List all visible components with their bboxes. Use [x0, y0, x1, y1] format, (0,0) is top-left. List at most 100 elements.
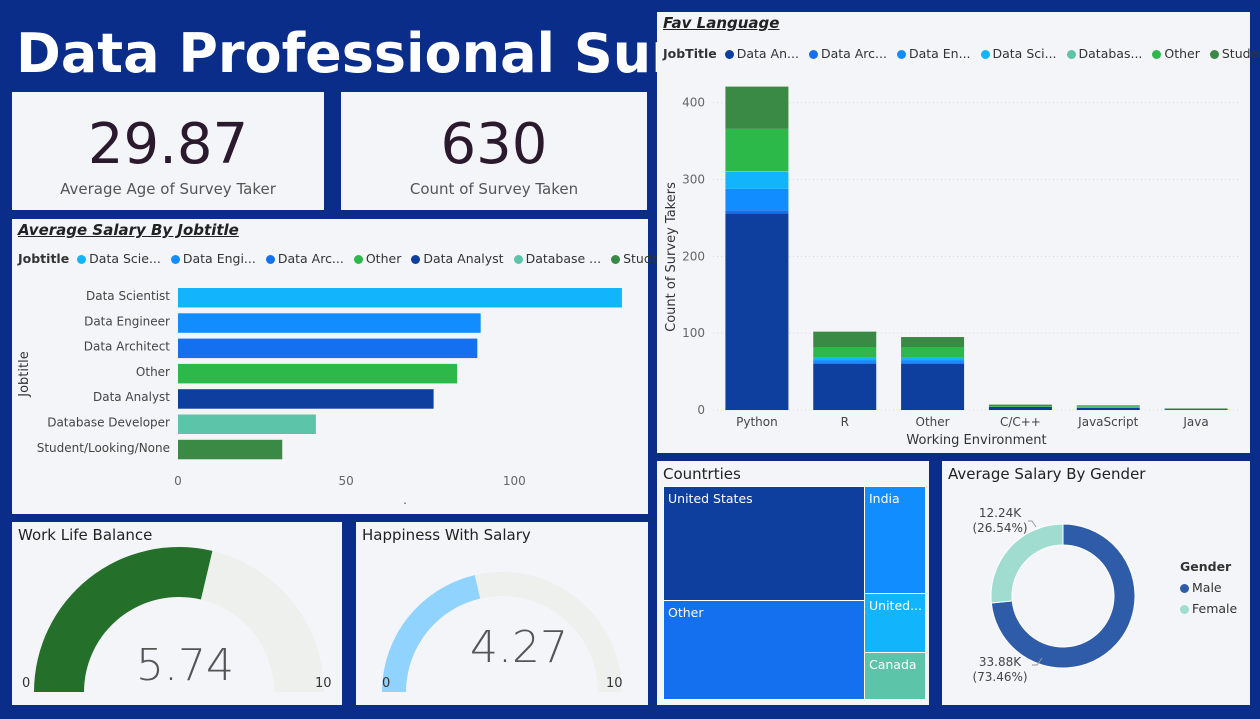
data-label-male-value: 33.88K	[979, 655, 1022, 669]
y-tick-label: 100	[682, 326, 705, 340]
legend-item[interactable]: Data Sci...	[980, 46, 1057, 61]
stacked-bar-segment[interactable]	[1076, 406, 1140, 408]
legend-item[interactable]: Data Analyst	[411, 251, 504, 266]
stacked-bar-segment[interactable]	[725, 128, 789, 172]
bar[interactable]	[178, 288, 622, 308]
legend-item[interactable]: Data An...	[724, 46, 799, 61]
y-axis-label: Jobtitle	[17, 351, 32, 397]
legend-item[interactable]: Data Scie...	[77, 251, 161, 266]
stacked-bar-segment[interactable]	[813, 360, 877, 363]
legend-dot-icon	[808, 50, 818, 59]
treemap-tile-other[interactable]: Other	[663, 600, 865, 700]
gauge-max-label: 10	[315, 676, 332, 691]
stacked-bar-segment[interactable]	[725, 210, 789, 214]
fav-language-panel[interactable]: Fav Language JobTitle Data An... Data Ar…	[657, 12, 1260, 453]
kpi-survey-count-card[interactable]: 630 Count of Survey Taken	[341, 92, 647, 210]
legend-dot-icon	[411, 255, 421, 264]
legend-dot-icon	[1180, 584, 1189, 593]
stacked-bar-segment[interactable]	[725, 171, 789, 189]
legend-dot-icon	[77, 255, 87, 264]
legend-item[interactable]: Data Engi...	[170, 251, 256, 266]
bar[interactable]	[178, 389, 434, 409]
x-tick-label: 0	[174, 474, 182, 488]
y-tick-label: Other	[136, 365, 170, 379]
stacked-bar-segment[interactable]	[813, 363, 877, 410]
y-tick-label: Database Developer	[47, 416, 170, 430]
legend-dot-icon	[1180, 605, 1189, 614]
gauge-min-label: 0	[382, 676, 391, 691]
work-life-balance-panel[interactable]: Work Life Balance 5.74 0 10	[12, 522, 342, 705]
stacked-bar-segment[interactable]	[901, 360, 965, 363]
stacked-bar-segment[interactable]	[901, 363, 965, 410]
gauge-fill	[382, 575, 481, 692]
bar[interactable]	[178, 338, 478, 359]
legend-title: Jobtitle	[18, 251, 70, 266]
y-tick-label: Data Engineer	[84, 314, 170, 328]
stacked-bar-segment[interactable]	[813, 362, 877, 364]
legend-dot-icon	[353, 255, 363, 264]
y-axis-label: Count of Survey Takers	[664, 182, 679, 332]
stacked-bar-segment[interactable]	[901, 357, 965, 361]
legend-item[interactable]: Other	[1152, 46, 1200, 61]
gauge-min-label: 0	[22, 676, 31, 691]
donut-slice[interactable]	[990, 523, 1064, 604]
header-banner: Data Professional Survey	[8, 8, 785, 88]
work-life-balance-value: 5.74	[136, 640, 234, 691]
x-tick-label: 100	[503, 474, 526, 488]
legend-dot-icon	[980, 50, 990, 59]
stacked-bar-segment[interactable]	[901, 362, 965, 364]
treemap-tile-united-kingdom[interactable]: United...	[864, 593, 926, 653]
legend-item[interactable]: Other	[353, 251, 401, 266]
legend-item[interactable]: Data Arc...	[265, 251, 344, 266]
stacked-bar-segment[interactable]	[1076, 407, 1140, 410]
bar[interactable]	[178, 439, 283, 460]
stacked-bar-segment[interactable]	[725, 171, 789, 172]
stacked-bar-segment[interactable]	[901, 337, 965, 348]
bar[interactable]	[178, 363, 458, 384]
stacked-bar-segment[interactable]	[1076, 406, 1140, 407]
legend-dot-icon	[724, 50, 734, 59]
legend-item[interactable]: Student/...	[1209, 46, 1260, 61]
bar[interactable]	[178, 414, 316, 435]
countries-panel[interactable]: Countrties United States Other India Uni…	[657, 461, 929, 705]
stacked-bar-segment[interactable]	[901, 347, 965, 358]
stacked-bar-segment[interactable]	[1164, 408, 1228, 410]
fav-language-chart[interactable]: 0 100 200 300 400 Python R Other C/C++ JavaScript…	[657, 72, 1250, 452]
stacked-bar-segment[interactable]	[813, 347, 877, 358]
salary-by-gender-panel[interactable]: Average Salary By Gender 12.24K (26.54%) 3…	[942, 461, 1250, 705]
stacked-bar-segment[interactable]	[813, 331, 877, 348]
salary-by-jobtitle-chart[interactable]: Data Scientist Data Engineer Data Architec…	[12, 274, 648, 514]
x-axis-caption: .	[403, 493, 407, 507]
y-tick-label: Data Scientist	[86, 289, 170, 303]
stacked-bar-segment[interactable]	[988, 406, 1052, 407]
bar[interactable]	[178, 313, 481, 333]
legend-item[interactable]: Database ...	[513, 251, 601, 266]
x-tick-label: JavaScript	[1077, 415, 1138, 429]
x-tick-label: Java	[1182, 415, 1208, 429]
salary-by-jobtitle-panel[interactable]: Average Salary By Jobtitle Jobtitle Data…	[12, 219, 688, 514]
stacked-bar-segment[interactable]	[988, 406, 1052, 410]
stacked-bar-segment[interactable]	[725, 213, 789, 410]
treemap-tile-canada[interactable]: Canada	[864, 652, 926, 700]
legend-item[interactable]: Data En...	[896, 46, 971, 61]
data-label-male-pct: (73.46%)	[972, 670, 1027, 684]
stacked-bar-segment[interactable]	[1164, 409, 1228, 410]
happiness-with-salary-value: 4.27	[470, 622, 568, 673]
stacked-bar-segment[interactable]	[1076, 405, 1140, 407]
legend-item[interactable]: Databas...	[1066, 46, 1142, 61]
x-axis-label: Working Environment	[906, 433, 1046, 448]
stacked-bar-segment[interactable]	[988, 404, 1052, 407]
stacked-bar-segment[interactable]	[725, 86, 789, 129]
treemap-tile-united-states[interactable]: United States	[663, 486, 865, 601]
legend-item[interactable]: Data Arc...	[808, 46, 887, 61]
legend-dot-icon	[1209, 50, 1219, 59]
treemap-tile-india[interactable]: India	[864, 486, 926, 594]
legend-item-female[interactable]: Female	[1180, 601, 1237, 616]
legend-item-male[interactable]: Male	[1180, 580, 1237, 595]
x-tick-label: Python	[736, 415, 778, 429]
stacked-bar-segment[interactable]	[725, 188, 789, 211]
kpi-average-age-value: 29.87	[87, 112, 249, 177]
happiness-with-salary-panel[interactable]: Happiness With Salary 4.27 0 10	[356, 522, 648, 705]
stacked-bar-segment[interactable]	[813, 357, 877, 361]
kpi-average-age-card[interactable]: 29.87 Average Age of Survey Taker	[12, 92, 324, 210]
